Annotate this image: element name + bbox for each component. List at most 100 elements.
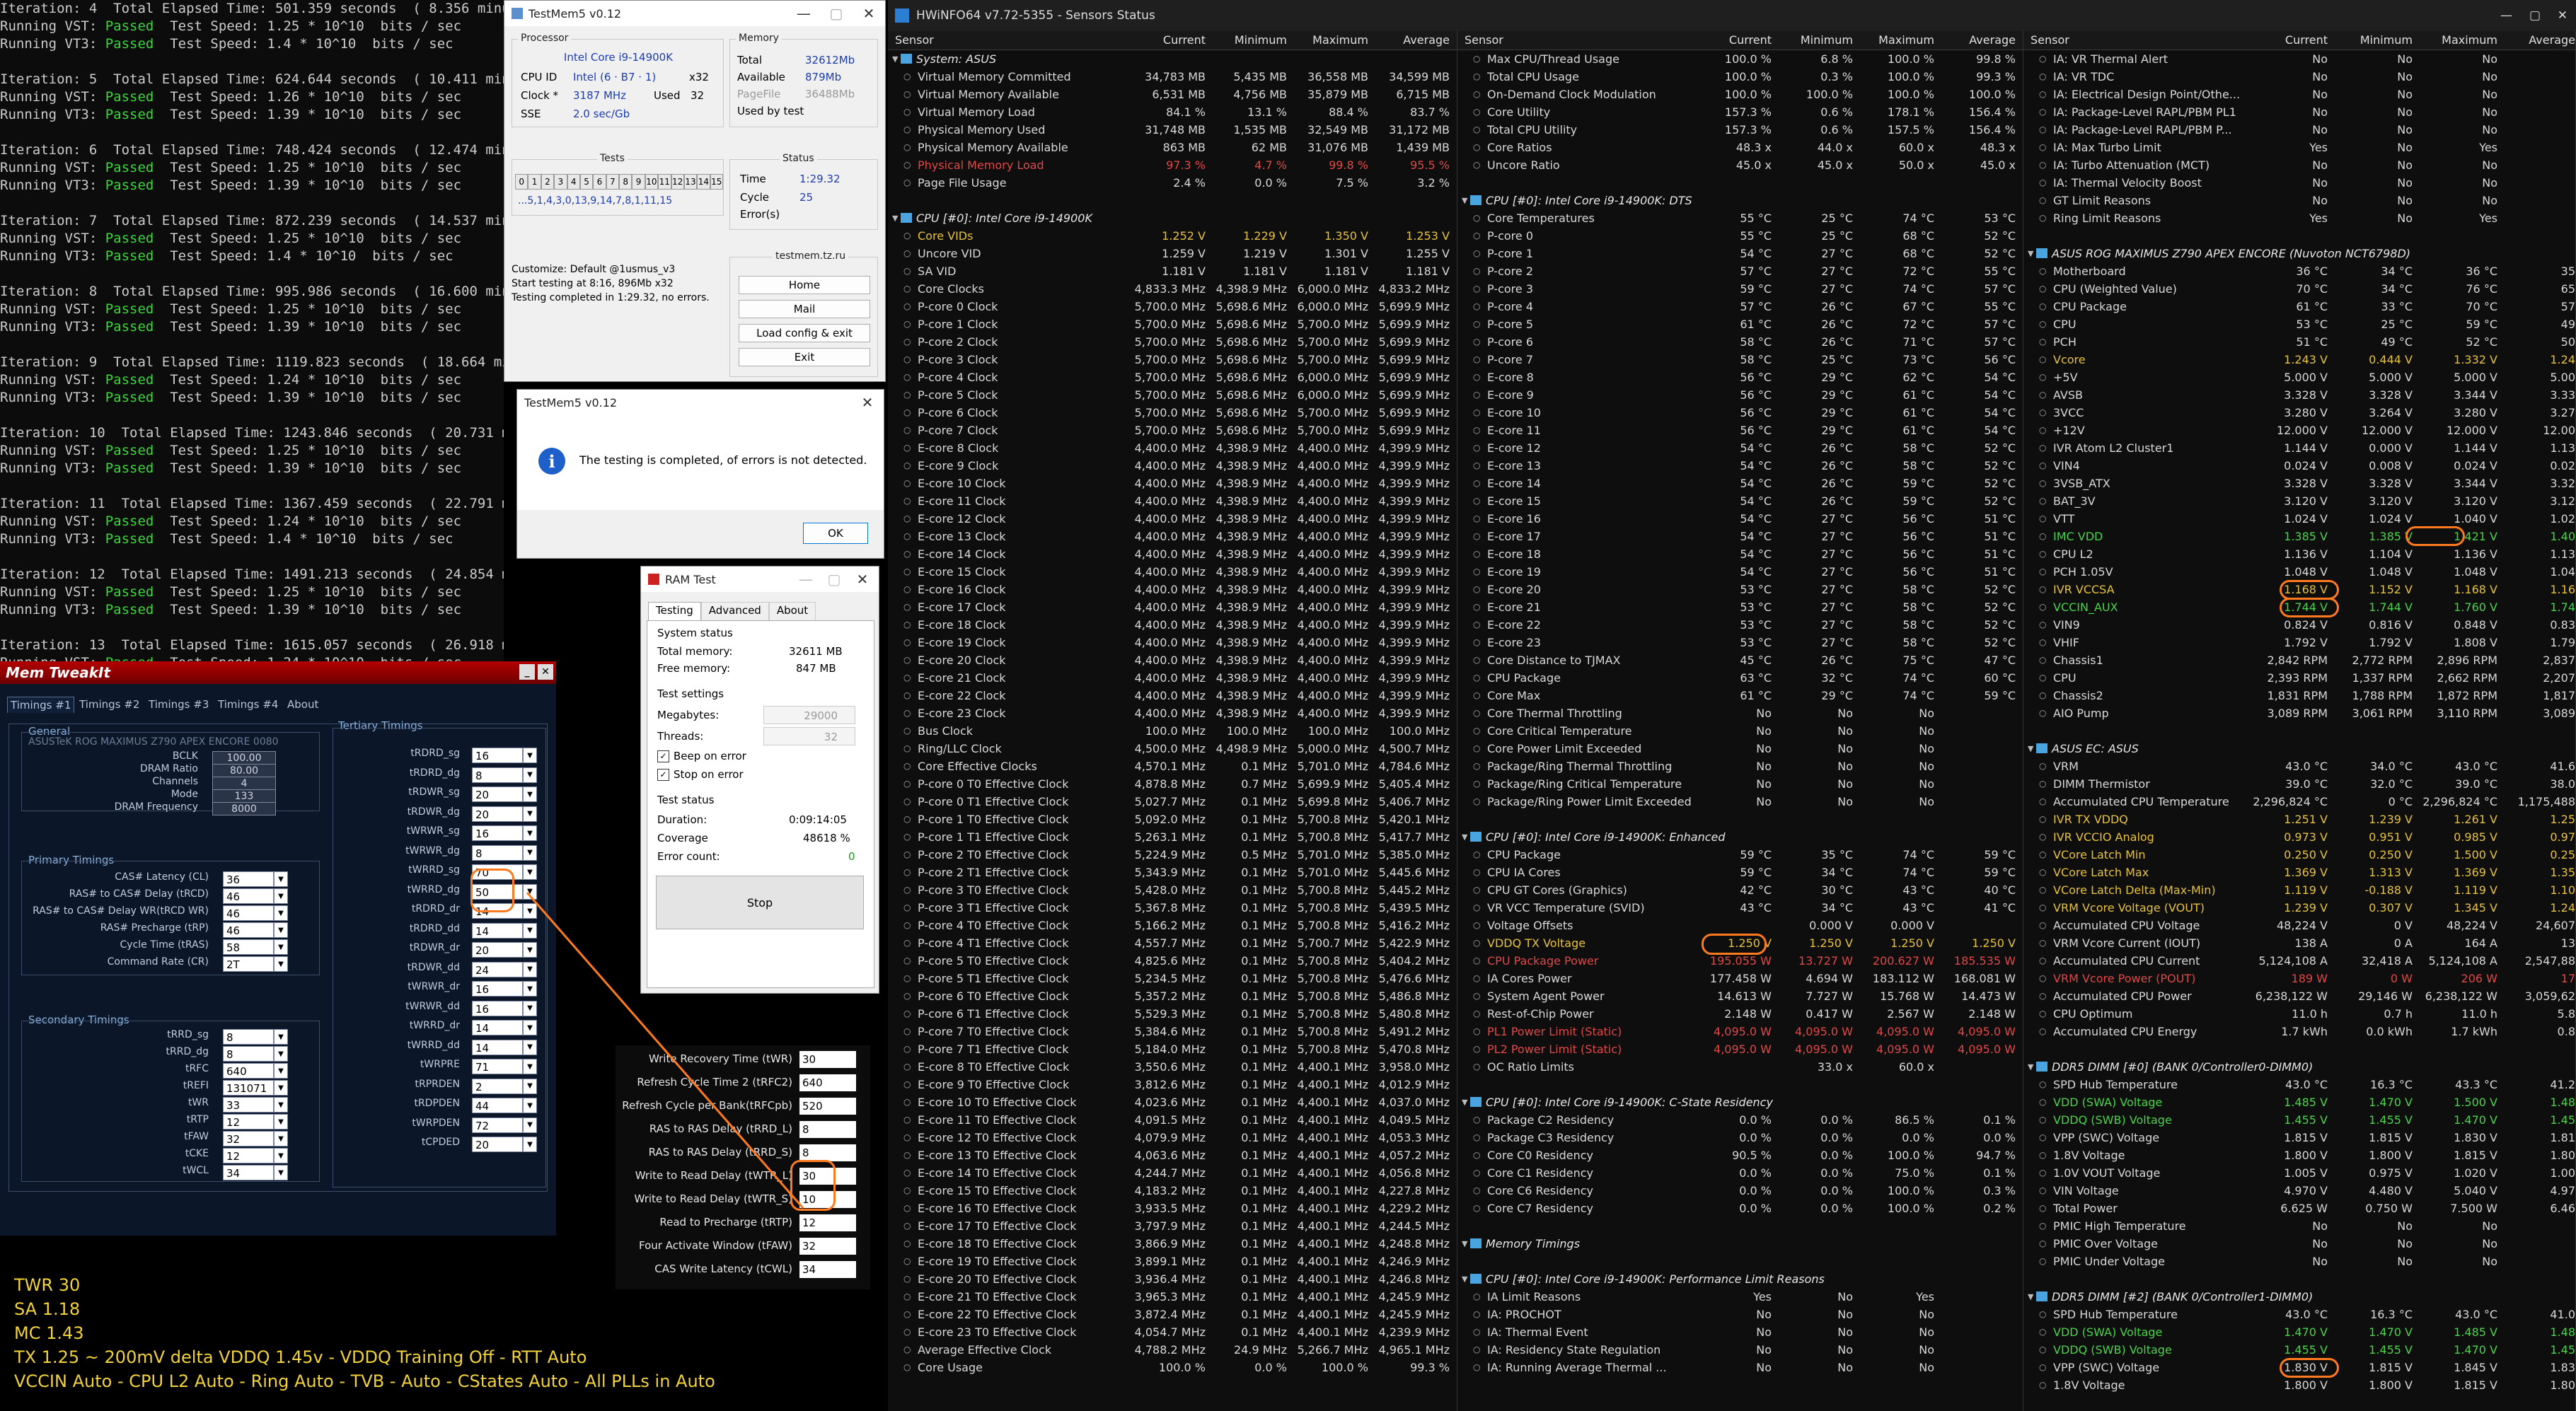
chevron-down-icon[interactable]: ▼ <box>274 1131 288 1146</box>
secondary-timing-value[interactable]: 12 <box>223 1114 274 1130</box>
sensor-row[interactable]: ○ E-core 10 Clock 4,400.0 MHz 4,398.9 MHz 4,… <box>888 475 1457 492</box>
header-maximum[interactable]: Maximum <box>2442 31 2497 50</box>
sensor-row[interactable]: ○ CPU Package 63 °C 32 °C 74 °C 60 °C <box>1457 669 2023 687</box>
sensor-row[interactable]: ○ E-core 13 T0 Effective Clock 4,063.6 MHz… <box>888 1146 1457 1164</box>
sensor-group-header[interactable]: ▼ System: ASUS <box>888 50 1457 68</box>
maximize-icon[interactable]: ▢ <box>2529 0 2541 31</box>
sensor-row[interactable]: ○ VDD (SWA) Voltage 1.470 V 1.470 V 1.485 V1… <box>2023 1323 2575 1341</box>
sensor-group-header[interactable]: ▼ CPU [#0]: Intel Core i9-14900K: C-State… <box>1457 1093 2023 1111</box>
sensor-row[interactable]: ○ Total Power 6.625 W 0.750 W 7.500 W 6.46 <box>2023 1200 2575 1217</box>
primary-timing-value[interactable]: 58 <box>223 939 274 955</box>
sensor-group-header[interactable]: ▼ CPU [#0]: Intel Core i9-14900K: Perform… <box>1457 1270 2023 1288</box>
sensor-row[interactable]: ○ P-core 1 Clock 5,700.0 MHz 5,698.6 MHz 5,7… <box>888 315 1457 333</box>
sensor-row[interactable]: ○ E-core 19 T0 Effective Clock 3,899.1 MHz… <box>888 1253 1457 1270</box>
tertiary-timing-value[interactable]: 16 <box>472 1000 523 1016</box>
sensor-row[interactable]: ○ P-core 6 T1 Effective Clock 5,529.3 MHz 0… <box>888 1005 1457 1023</box>
mail-button[interactable]: Mail <box>739 300 870 318</box>
sensor-row[interactable]: ○ 3VCC 3.280 V 3.264 V 3.280 V 3.27 <box>2023 404 2575 422</box>
tertiary-timing-value[interactable]: 16 <box>472 981 523 997</box>
sensor-row[interactable]: ○ Ring Limit Reasons Yes No Yes <box>2023 209 2575 227</box>
sensor-row[interactable]: ○ CPU (Weighted Value) 70 °C 34 °C 76 °C 65 <box>2023 280 2575 298</box>
close-icon[interactable]: ✕ <box>846 567 879 592</box>
sensor-row[interactable]: ○ IA: Thermal Event No No No <box>1457 1323 2023 1341</box>
sensor-row[interactable]: ○ Chassis1 2,842 RPM 2,772 RPM 2,896 RPM 2,83… <box>2023 651 2575 669</box>
sensor-row[interactable]: ○ E-core 11 T0 Effective Clock 4,091.5 MHz… <box>888 1111 1457 1129</box>
sensor-row[interactable]: ○ Ring/LLC Clock 4,500.0 MHz 4,498.9 MHz 5,0… <box>888 740 1457 757</box>
sensor-row[interactable]: ○ Accumulated CPU Current 5,124,108 A 32,41… <box>2023 952 2575 970</box>
memtweak-tab[interactable]: Timings #3 <box>146 697 212 712</box>
sensor-row[interactable]: ○ +12V 12.000 V 12.000 V 12.000 V 12.00 <box>2023 422 2575 439</box>
sensor-row[interactable]: ○ P-core 0 T1 Effective Clock 5,027.7 MHz 0… <box>888 793 1457 811</box>
sensor-row[interactable]: ○ PL1 Power Limit (Static) 4,095.0 W 4,095.… <box>1457 1023 2023 1040</box>
sensor-row[interactable]: ○ Core Usage 100.0 % 0.0 % 100.0 % 99.3 % <box>888 1359 1457 1376</box>
sensor-row[interactable]: ○ IA: Running Average Thermal ... No No No <box>1457 1359 2023 1376</box>
tertiary-timing-value[interactable]: 20 <box>472 806 523 822</box>
sensor-row[interactable]: ○ E-core 11 56 °C 29 °C 61 °C 54 °C <box>1457 422 2023 439</box>
sensor-row[interactable]: ○ P-core 3 T1 Effective Clock 5,367.8 MHz 0… <box>888 899 1457 917</box>
sensor-row[interactable] <box>1457 174 2023 192</box>
chevron-down-icon[interactable]: ▼ <box>274 1165 288 1180</box>
sensor-row[interactable]: ○ E-core 13 54 °C 26 °C 58 °C 52 °C <box>1457 457 2023 475</box>
sensor-row[interactable]: ○ Rest-of-Chip Power 2.148 W 0.417 W 2.567 W… <box>1457 1005 2023 1023</box>
chevron-down-icon[interactable]: ▼ <box>523 748 537 763</box>
sensor-row[interactable]: ○ E-core 13 Clock 4,400.0 MHz 4,398.9 MHz 4,… <box>888 528 1457 545</box>
sensor-group-header[interactable]: ▼ DDR5 DIMM [#2] (BANK 0/Controller1-DIMM… <box>2023 1288 2575 1306</box>
chevron-down-icon[interactable]: ▼ <box>274 1097 288 1113</box>
sensor-row[interactable]: ○ GT Limit Reasons No No No <box>2023 192 2575 209</box>
sensor-row[interactable] <box>1457 1217 2023 1235</box>
sensor-row[interactable]: ○ Virtual Memory Load 84.1 % 13.1 % 88.4 % 83… <box>888 103 1457 121</box>
sensor-row[interactable]: ○ E-core 10 56 °C 29 °C 61 °C 54 °C <box>1457 404 2023 422</box>
sensor-row[interactable]: ○ P-core 0 55 °C 25 °C 68 °C 52 °C <box>1457 227 2023 245</box>
sensor-row[interactable]: ○ E-core 14 Clock 4,400.0 MHz 4,398.9 MHz 4,… <box>888 545 1457 563</box>
sensor-row[interactable]: ○ SPD Hub Temperature 43.0 °C 16.3 °C 43.3 °… <box>2023 1076 2575 1093</box>
chevron-down-icon[interactable]: ▼ <box>523 1117 537 1133</box>
sensor-row[interactable]: ○ E-core 15 T0 Effective Clock 4,183.2 MHz… <box>888 1182 1457 1200</box>
sensor-row[interactable]: ○ P-core 1 54 °C 27 °C 68 °C 52 °C <box>1457 245 2023 262</box>
sensor-row[interactable]: ○ P-core 2 T0 Effective Clock 5,224.9 MHz 0… <box>888 846 1457 864</box>
sensor-row[interactable]: ○ PCH 51 °C 49 °C 52 °C 50 <box>2023 333 2575 351</box>
sensor-row[interactable]: ○ VHIF 1.792 V 1.792 V 1.808 V 1.79 <box>2023 634 2575 651</box>
sensor-row[interactable]: ○ CPU Optimum 11.0 h 0.7 h 11.0 h 5.8 <box>2023 1005 2575 1023</box>
sensor-row[interactable]: ○ SPD Hub Temperature 43.0 °C 16.3 °C 43.0 °… <box>2023 1306 2575 1323</box>
sensor-row[interactable]: ○ VIN4 0.024 V 0.008 V 0.024 V 0.02 <box>2023 457 2575 475</box>
sensor-row[interactable]: ○ +5V 5.000 V 5.000 V 5.000 V 5.00 <box>2023 368 2575 386</box>
sensor-row[interactable]: ○ E-core 22 53 °C 27 °C 58 °C 52 °C <box>1457 616 2023 634</box>
sensor-row[interactable]: ○ VDDQ (SWB) Voltage 1.455 V 1.455 V 1.470 V… <box>2023 1341 2575 1359</box>
sensor-row[interactable]: ○ CPU 2,393 RPM 1,337 RPM 2,662 RPM 2,207 <box>2023 669 2575 687</box>
header-average[interactable]: Average <box>1403 31 1450 50</box>
sensor-row[interactable]: ○ P-core 6 Clock 5,700.0 MHz 5,698.6 MHz 5,7… <box>888 404 1457 422</box>
sensor-row[interactable]: ○ P-core 1 T1 Effective Clock 5,263.1 MHz 0… <box>888 828 1457 846</box>
sensor-row[interactable]: ○ Package/Ring Thermal Throttling No No No <box>1457 757 2023 775</box>
chevron-down-icon[interactable]: ▼ <box>274 939 288 955</box>
sensor-row[interactable]: ○ IA: VR Thermal Alert No No No <box>2023 50 2575 68</box>
sensor-row[interactable]: ○ P-core 4 57 °C 26 °C 67 °C 55 °C <box>1457 298 2023 315</box>
sensor-row[interactable]: ○ Core Distance to TJMAX 45 °C 26 °C 75 °C 47… <box>1457 651 2023 669</box>
tertiary-timing-value[interactable]: 20 <box>472 1137 523 1152</box>
minimize-icon[interactable]: — <box>787 1 820 26</box>
sensor-row[interactable]: ○ P-core 3 Clock 5,700.0 MHz 5,698.6 MHz 5,7… <box>888 351 1457 368</box>
maximize-icon[interactable]: ▢ <box>820 1 853 26</box>
sensor-row[interactable]: ○ Core Utility 157.3 % 0.6 % 178.1 % 156.4 % <box>1457 103 2023 121</box>
sensor-row[interactable]: ○ P-core 4 T1 Effective Clock 4,557.7 MHz 0… <box>888 934 1457 952</box>
sensor-group-header[interactable]: ▼ DDR5 DIMM [#0] (BANK 0/Controller0-DIMM… <box>2023 1058 2575 1076</box>
tertiary-timing-value[interactable]: 71 <box>472 1059 523 1074</box>
sensor-row[interactable]: ○ E-core 22 T0 Effective Clock 3,872.4 MHz… <box>888 1306 1457 1323</box>
chevron-down-icon[interactable]: ▼ <box>523 806 537 822</box>
sensor-row[interactable]: ○ PMIC High Temperature No No No <box>2023 1217 2575 1235</box>
chevron-down-icon[interactable]: ▼ <box>523 844 537 861</box>
tertiary-timing-value[interactable]: 16 <box>472 825 523 841</box>
sensor-row[interactable]: ○ IA: Electrical Design Point/Othe... No No… <box>2023 86 2575 103</box>
header-sensor[interactable]: Sensor <box>1465 31 1503 50</box>
chevron-down-icon[interactable]: ▼ <box>523 981 537 997</box>
sensor-row[interactable]: ○ VCore Latch Delta (Max-Min) 1.119 V -0.18… <box>2023 881 2575 899</box>
chevron-down-icon[interactable]: ▼ <box>523 864 537 880</box>
chevron-down-icon[interactable]: ▼ <box>523 942 537 958</box>
chevron-down-icon[interactable]: ▼ <box>523 961 537 977</box>
sensor-row[interactable]: ○ E-core 23 Clock 4,400.0 MHz 4,398.9 MHz 4,… <box>888 704 1457 722</box>
sensor-row[interactable]: ○ P-core 2 Clock 5,700.0 MHz 5,698.6 MHz 5,7… <box>888 333 1457 351</box>
chevron-down-icon[interactable]: ▼ <box>274 1063 288 1079</box>
sensor-row[interactable]: ○ P-core 6 T0 Effective Clock 5,357.2 MHz 0… <box>888 987 1457 1005</box>
chevron-down-icon[interactable]: ▼ <box>1462 192 1467 209</box>
sensor-row[interactable]: ○ Core Thermal Throttling No No No <box>1457 704 2023 722</box>
sensor-row[interactable]: ○ VTT 1.024 V 1.024 V 1.040 V 1.02 <box>2023 510 2575 528</box>
